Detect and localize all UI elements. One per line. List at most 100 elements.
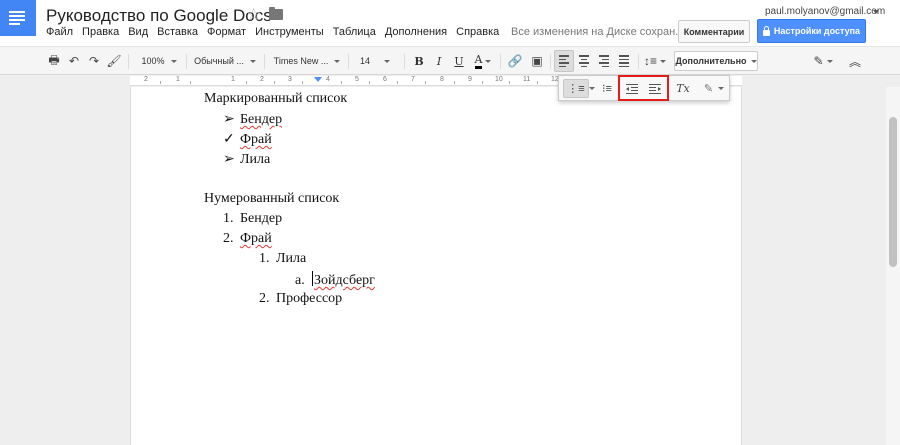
- highlight-pencil-button[interactable]: ✎: [701, 79, 727, 98]
- list-number: 2.: [259, 291, 270, 306]
- list-number: 2.: [223, 231, 234, 246]
- vertical-scrollbar[interactable]: [886, 87, 900, 445]
- text-color-button[interactable]: A: [470, 47, 496, 75]
- toolbar: 🖶 ↶ ↷ 🖌 100% Обычный ... Times New ... 1…: [0, 46, 900, 75]
- ruler-tick: 4: [326, 76, 330, 83]
- check-bullet-icon: ✓: [223, 132, 235, 147]
- numbered-list-icon: ⋮≡: [567, 83, 585, 95]
- list-item: 2. Фрай: [223, 231, 272, 246]
- numbered-list-dropdown[interactable]: [588, 79, 596, 98]
- list-item: 1. Бендер: [223, 211, 283, 226]
- menu-help[interactable]: Справка: [456, 26, 499, 38]
- bulleted-list-icon: ⁝≡: [602, 83, 612, 95]
- menu-view[interactable]: Вид: [128, 26, 148, 38]
- menu-addons[interactable]: Дополнения: [385, 26, 447, 38]
- ruler-tick: 9: [468, 76, 472, 83]
- account-dropdown-icon[interactable]: [873, 10, 879, 14]
- ruler-tick: 1: [176, 76, 180, 83]
- comments-button[interactable]: Комментарии: [678, 20, 750, 43]
- folder-icon[interactable]: [269, 7, 283, 20]
- document-title[interactable]: Руководство по Google Docs: [46, 6, 272, 26]
- save-status[interactable]: Все изменения на Диске сохран...: [511, 26, 684, 38]
- line-spacing-button[interactable]: ↕≡: [641, 47, 669, 75]
- style-select[interactable]: Обычный ...: [190, 47, 260, 75]
- paint-format-icon[interactable]: 🖌: [106, 47, 122, 75]
- arrow-bullet-icon: ➢: [223, 112, 235, 127]
- text-color-icon: A: [474, 53, 483, 69]
- underline-button[interactable]: U: [450, 47, 468, 75]
- italic-button[interactable]: I: [430, 47, 448, 75]
- share-button[interactable]: Настройки доступа: [757, 19, 866, 43]
- document-page[interactable]: Маркированный список ➢ Бендер ✓ Фрай ➢ Лила…: [130, 87, 742, 445]
- align-center-icon: [579, 55, 589, 67]
- align-justify-icon: [619, 55, 629, 67]
- line-spacing-icon: ↕≡: [643, 54, 657, 68]
- list-item: a. Зойдсберг: [295, 271, 375, 288]
- docs-logo-icon[interactable]: [0, 0, 36, 36]
- bulleted-list-heading: Маркированный список: [204, 91, 348, 106]
- bulleted-list-button[interactable]: ⁝≡: [597, 79, 617, 98]
- comment-icon[interactable]: ▣: [527, 47, 547, 75]
- user-email[interactable]: paul.molyanov@gmail.com: [765, 6, 885, 17]
- menu-insert[interactable]: Вставка: [157, 26, 198, 38]
- more-button-label: Дополнительно: [675, 56, 747, 66]
- link-icon[interactable]: 🔗: [505, 47, 525, 75]
- list-item: ✓ Фрай: [223, 132, 272, 147]
- indent-buttons-highlight: [618, 75, 669, 101]
- ruler-tick: 8: [440, 76, 444, 83]
- ruler-tick: 5: [355, 76, 359, 83]
- text-cursor: [312, 271, 313, 286]
- align-left-icon: [559, 55, 569, 67]
- numbered-list-heading: Нумерованный список: [204, 191, 340, 206]
- menu-bar: Файл Правка Вид Вставка Формат Инструмен…: [46, 26, 499, 38]
- align-right-button[interactable]: [594, 47, 614, 75]
- indent-marker-icon[interactable]: [314, 77, 322, 82]
- pencil-icon: ✎: [813, 54, 824, 68]
- style-value: Обычный ...: [194, 56, 244, 66]
- align-left-button[interactable]: [554, 50, 574, 72]
- ruler-tick: 11: [523, 76, 531, 83]
- ruler-tick: 10: [495, 76, 503, 83]
- header: Руководство по Google Docs ☆ Файл Правка…: [0, 0, 900, 46]
- ruler-tick: 3: [288, 76, 292, 83]
- align-center-button[interactable]: [574, 47, 594, 75]
- redo-icon[interactable]: ↷: [86, 47, 102, 75]
- ruler-tick: 1: [231, 76, 235, 83]
- star-icon[interactable]: ☆: [246, 5, 261, 25]
- lock-icon: [762, 25, 770, 36]
- numbered-list-button[interactable]: ⋮≡: [563, 79, 589, 98]
- more-button[interactable]: Дополнительно: [674, 51, 758, 71]
- clear-formatting-icon: Tx: [676, 82, 690, 95]
- document-canvas: Маркированный список ➢ Бендер ✓ Фрай ➢ Лила…: [0, 87, 900, 445]
- zoom-value: 100%: [141, 56, 165, 66]
- ruler-tick: 2: [144, 76, 148, 83]
- collapse-icon[interactable]: ︽: [846, 47, 864, 75]
- zoom-select[interactable]: 100%: [136, 47, 182, 75]
- font-size-select[interactable]: 14: [352, 47, 398, 75]
- share-button-label: Настройки доступа: [773, 26, 861, 36]
- font-select[interactable]: Times New ...: [270, 47, 344, 75]
- arrow-bullet-icon: ➢: [223, 152, 235, 167]
- align-justify-button[interactable]: [614, 47, 634, 75]
- menu-edit[interactable]: Правка: [82, 26, 119, 38]
- menu-file[interactable]: Файл: [46, 26, 73, 38]
- list-letter: a.: [295, 273, 305, 288]
- pencil-icon: ✎: [703, 83, 714, 95]
- font-value: Times New ...: [273, 56, 329, 66]
- print-icon[interactable]: 🖶: [46, 47, 62, 75]
- scrollbar-thumb[interactable]: [889, 117, 897, 267]
- bold-button[interactable]: B: [410, 47, 428, 75]
- menu-tools[interactable]: Инструменты: [255, 26, 324, 38]
- list-number: 1.: [223, 211, 234, 226]
- ruler-tick: 7: [411, 76, 415, 83]
- ruler-tick: 2: [260, 76, 264, 83]
- align-right-icon: [599, 55, 609, 67]
- clear-formatting-button[interactable]: Tx: [672, 79, 694, 98]
- menu-table[interactable]: Таблица: [333, 26, 376, 38]
- editing-mode-button[interactable]: ✎: [810, 47, 836, 75]
- undo-icon[interactable]: ↶: [66, 47, 82, 75]
- list-item: ➢ Лила: [223, 152, 271, 167]
- list-item: ➢ Бендер: [223, 112, 283, 127]
- menu-format[interactable]: Формат: [207, 26, 246, 38]
- ruler-tick: 6: [383, 76, 387, 83]
